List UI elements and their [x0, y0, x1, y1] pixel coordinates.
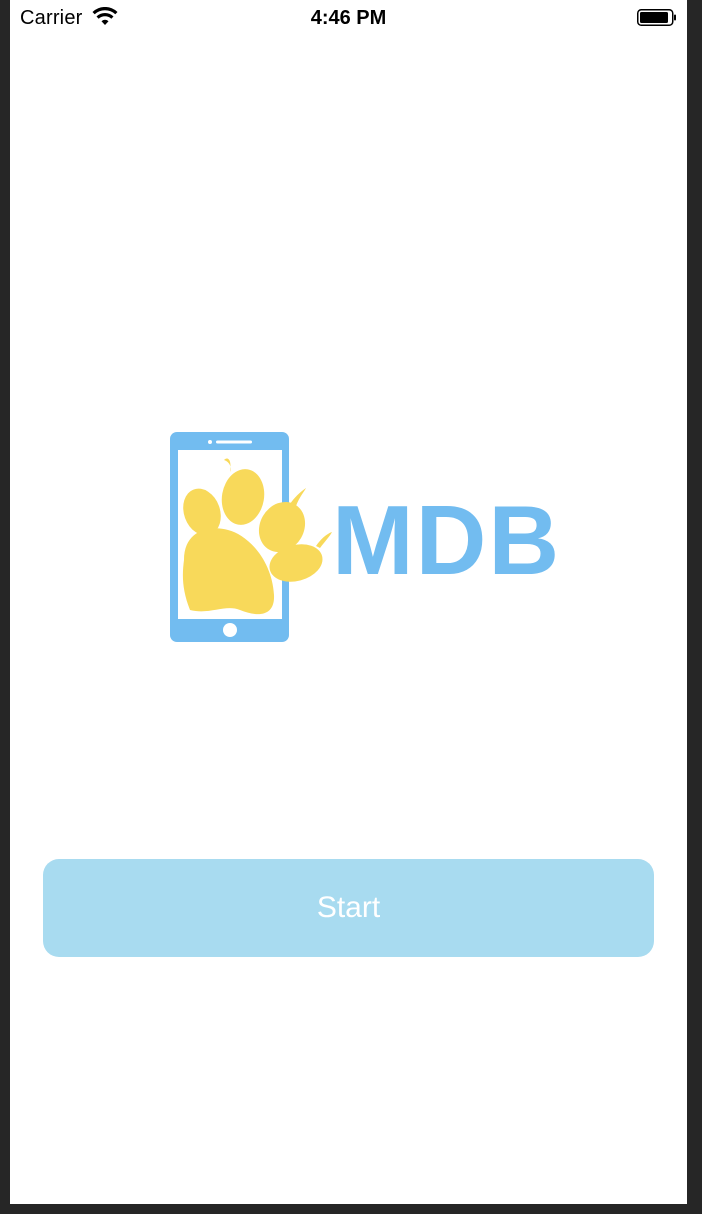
battery-icon — [637, 9, 676, 26]
status-time: 4:46 PM — [310, 7, 387, 29]
app-screen: Carrier 4:46 PM MDB Start — [10, 0, 687, 1204]
status-bar: Carrier 4:46 PM — [10, 0, 687, 38]
start-button[interactable]: Start — [43, 859, 654, 957]
logo-text: MDB — [332, 485, 562, 595]
